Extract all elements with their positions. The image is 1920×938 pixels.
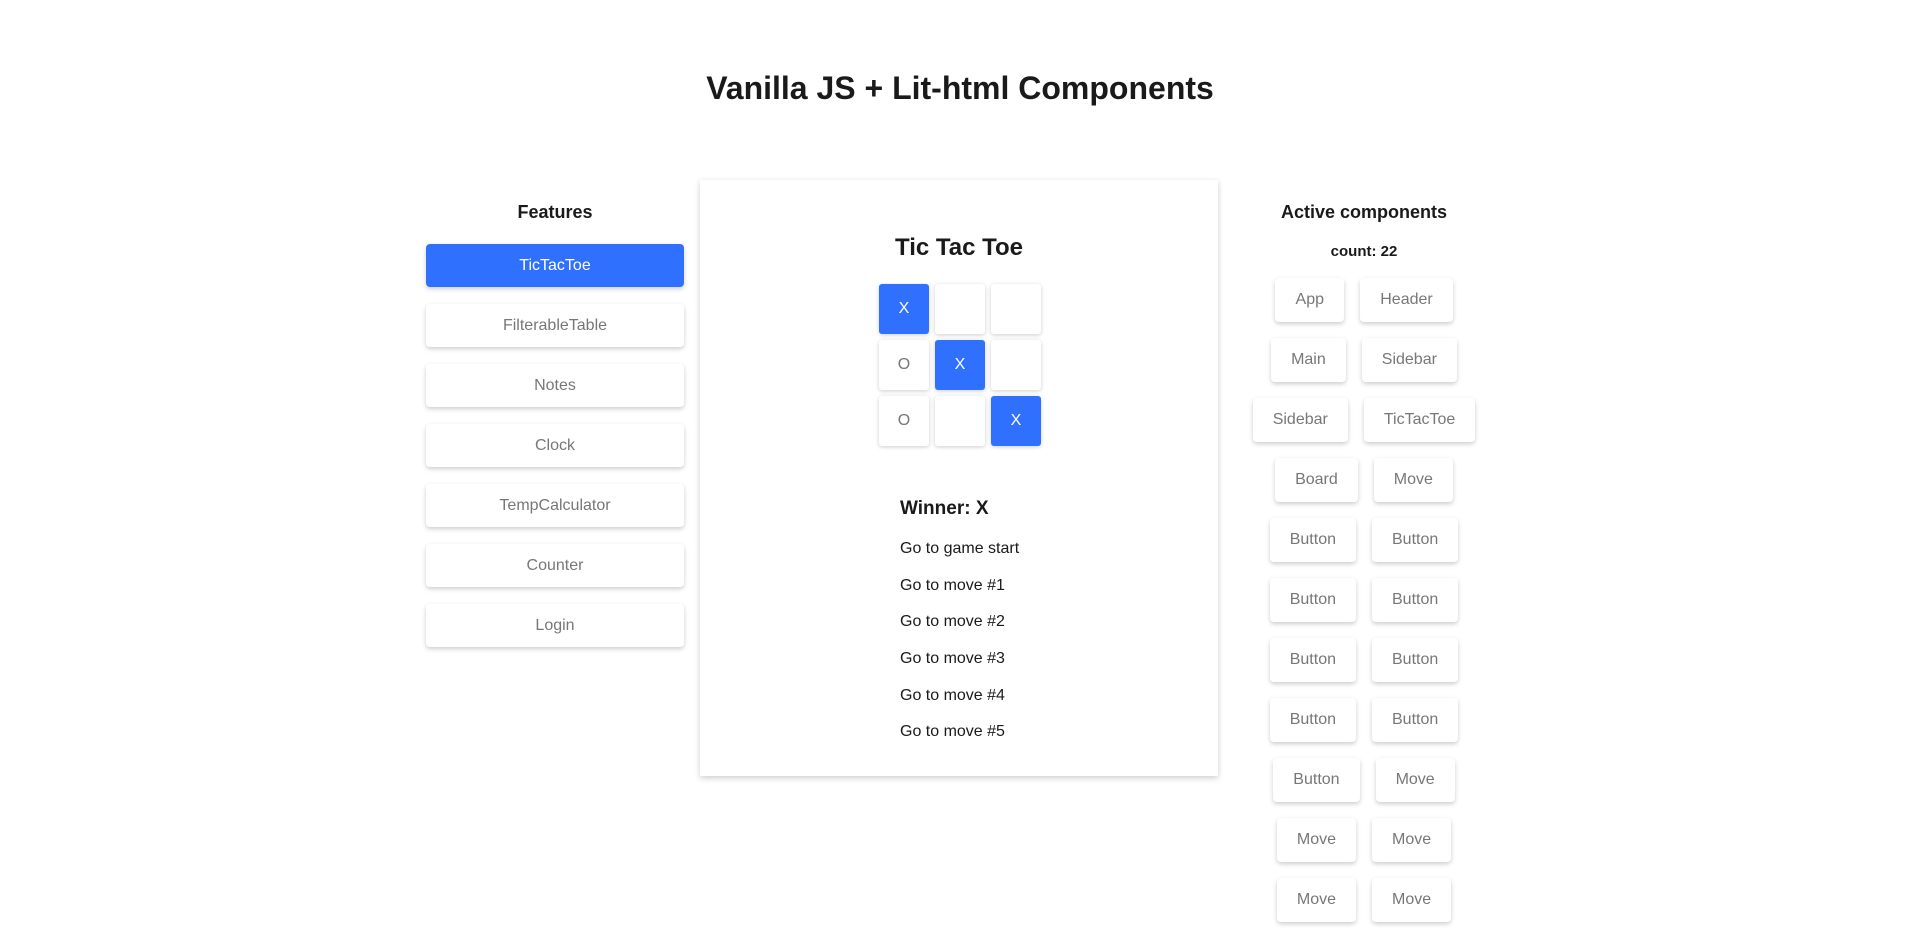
board-square[interactable]	[935, 396, 985, 446]
page-title: Vanilla JS + Lit-html Components	[706, 70, 1214, 106]
component-chip[interactable]: Board	[1275, 458, 1358, 502]
move-history-item[interactable]: Go to game start	[900, 540, 1019, 577]
component-row: Button Button	[1224, 518, 1504, 562]
board-square[interactable]	[991, 340, 1041, 390]
component-chip[interactable]: Button	[1372, 638, 1459, 682]
sidebar-item-tempcalculator[interactable]: TempCalculator	[426, 484, 684, 527]
component-chip[interactable]: Button	[1372, 578, 1459, 622]
sidebar-item-counter[interactable]: Counter	[426, 544, 684, 587]
component-row: Button Move	[1224, 758, 1504, 802]
component-chip[interactable]: Main	[1271, 338, 1346, 382]
features-sidebar: Features TicTacToe FilterableTable Notes Cl…	[426, 198, 684, 664]
component-row: Move Move	[1224, 818, 1504, 862]
sidebar-item-notes[interactable]: Notes	[426, 364, 684, 407]
component-row: Button Button	[1224, 698, 1504, 742]
component-chip[interactable]: Move	[1372, 818, 1452, 862]
component-chip[interactable]: Button	[1269, 698, 1356, 742]
active-components-panel: Active components count: 22 App Header Mai…	[1224, 198, 1504, 938]
component-chip[interactable]: Button	[1372, 698, 1459, 742]
features-list: TicTacToe FilterableTable Notes Clock TempCa…	[426, 244, 684, 647]
component-chip[interactable]: Button	[1269, 578, 1356, 622]
board-square[interactable]	[935, 284, 985, 334]
component-chip[interactable]: Button	[1269, 638, 1356, 682]
move-history-item[interactable]: Go to move #3	[900, 650, 1019, 687]
move-history-item[interactable]: Go to move #5	[900, 723, 1019, 760]
move-history-item[interactable]: Go to move #1	[900, 577, 1019, 614]
component-chip[interactable]: Sidebar	[1252, 398, 1348, 442]
component-list: App Header Main Sidebar Sidebar TicTacToe Boar…	[1224, 278, 1504, 922]
component-chip[interactable]: Move	[1373, 458, 1453, 502]
game-title: Tic Tac Toe	[894, 234, 1024, 261]
board-square[interactable]: X	[935, 340, 985, 390]
move-history: Go to game start Go to move #1 Go to move …	[900, 540, 1019, 760]
board-square[interactable]: X	[879, 284, 929, 334]
component-row: Main Sidebar	[1224, 338, 1504, 382]
component-chip[interactable]: Header	[1360, 278, 1453, 322]
component-row: App Header	[1224, 278, 1504, 322]
component-row: Board Move	[1224, 458, 1504, 502]
component-row: Move Move	[1224, 878, 1504, 922]
component-chip[interactable]: Move	[1276, 878, 1356, 922]
component-chip[interactable]: Sidebar	[1361, 338, 1457, 382]
board-square[interactable]	[991, 284, 1041, 334]
move-history-item[interactable]: Go to move #2	[900, 613, 1019, 650]
component-chip[interactable]: Move	[1276, 818, 1356, 862]
features-heading: Features	[517, 202, 593, 222]
component-count: count: 22	[1330, 243, 1398, 260]
component-chip[interactable]: TicTacToe	[1363, 398, 1476, 442]
move-history-item[interactable]: Go to move #4	[900, 687, 1019, 724]
component-row: Button Button	[1224, 578, 1504, 622]
board-square[interactable]: O	[879, 396, 929, 446]
sidebar-item-login[interactable]: Login	[426, 604, 684, 647]
component-chip[interactable]: Button	[1273, 758, 1360, 802]
component-chip[interactable]: Move	[1372, 878, 1452, 922]
board-square[interactable]: X	[991, 396, 1041, 446]
sidebar-item-tictactoe[interactable]: TicTacToe	[426, 244, 684, 287]
board-square[interactable]: O	[879, 340, 929, 390]
game-board: XOXOX	[879, 284, 1041, 446]
component-row: Sidebar TicTacToe	[1224, 398, 1504, 442]
component-row: Button Button	[1224, 638, 1504, 682]
game-status: Winner: X	[900, 498, 989, 519]
sidebar-item-filterabletable[interactable]: FilterableTable	[426, 304, 684, 347]
component-chip[interactable]: Move	[1375, 758, 1455, 802]
active-components-heading: Active components	[1280, 202, 1448, 222]
tictactoe-card: Tic Tac Toe XOXOX Winner: X Go to game s…	[700, 180, 1218, 776]
component-chip[interactable]: Button	[1372, 518, 1459, 562]
sidebar-item-clock[interactable]: Clock	[426, 424, 684, 467]
component-chip[interactable]: Button	[1269, 518, 1356, 562]
component-chip[interactable]: App	[1275, 278, 1345, 322]
